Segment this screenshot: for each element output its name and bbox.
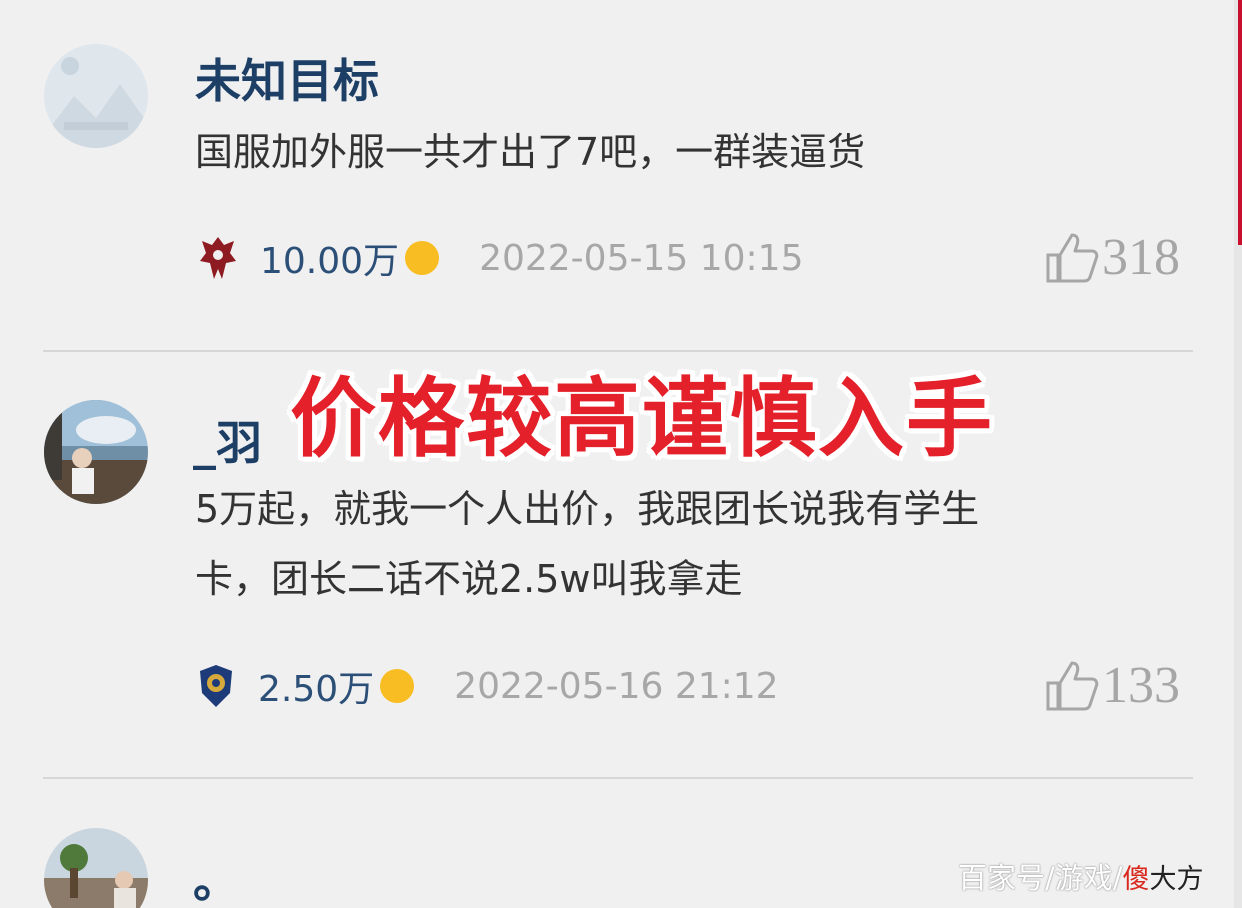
like-count: 133 xyxy=(1102,657,1180,714)
score: 10.00万 xyxy=(260,241,400,282)
comment-text-line-2: 卡，团长二话不说2.5w叫我拿走 xyxy=(195,557,743,601)
like-button[interactable]: 318 xyxy=(1044,228,1180,287)
comment-meta: 2.50万 2022-05-16 21:12 xyxy=(196,656,779,716)
thumbs-up-icon xyxy=(1046,661,1099,710)
divider xyxy=(43,777,1193,779)
comment-meta: 10.00万 2022-05-15 10:15 xyxy=(198,228,803,288)
watermark-brand-char: 傻 xyxy=(1122,863,1150,895)
avatar[interactable] xyxy=(44,44,148,148)
overlay-title: 价格较高谨慎入手 xyxy=(290,369,994,469)
username[interactable]: _羽 xyxy=(193,420,262,466)
timestamp: 2022-05-16 21:12 xyxy=(454,665,779,707)
comment-text-line-1: 5万起，就我一个人出价，我跟团长说我有学生 xyxy=(195,487,980,531)
thumbs-up-icon xyxy=(1046,233,1099,282)
avatar-image xyxy=(44,400,148,504)
alliance-icon xyxy=(196,662,236,710)
avatar-image xyxy=(44,828,148,908)
horde-icon xyxy=(198,234,238,282)
comment-feed: 未知目标 国服加外服一共才出了7吧，一群装逼货 10.00万 2022-05-1… xyxy=(0,0,1242,908)
avatar[interactable] xyxy=(44,400,148,504)
score: 2.50万 xyxy=(258,669,375,710)
watermark-brand-rest: 大方 xyxy=(1149,863,1204,895)
red-edge-marker xyxy=(1238,0,1242,245)
coin-icon xyxy=(380,669,415,703)
watermark: 百家号/游戏/ 傻 大方 xyxy=(958,855,1204,897)
like-count: 318 xyxy=(1102,229,1180,286)
comment-text: 国服加外服一共才出了7吧，一群装逼货 xyxy=(195,130,866,174)
username[interactable]: 未知目标 xyxy=(195,58,379,104)
avatar-image xyxy=(44,44,148,148)
coin-icon xyxy=(405,241,440,275)
avatar[interactable] xyxy=(44,828,148,908)
watermark-prefix: 百家号/游戏/ xyxy=(958,861,1123,895)
username[interactable]: 。 xyxy=(193,858,239,904)
timestamp: 2022-05-15 10:15 xyxy=(479,237,804,279)
like-button[interactable]: 133 xyxy=(1044,656,1180,715)
divider xyxy=(43,350,1193,352)
